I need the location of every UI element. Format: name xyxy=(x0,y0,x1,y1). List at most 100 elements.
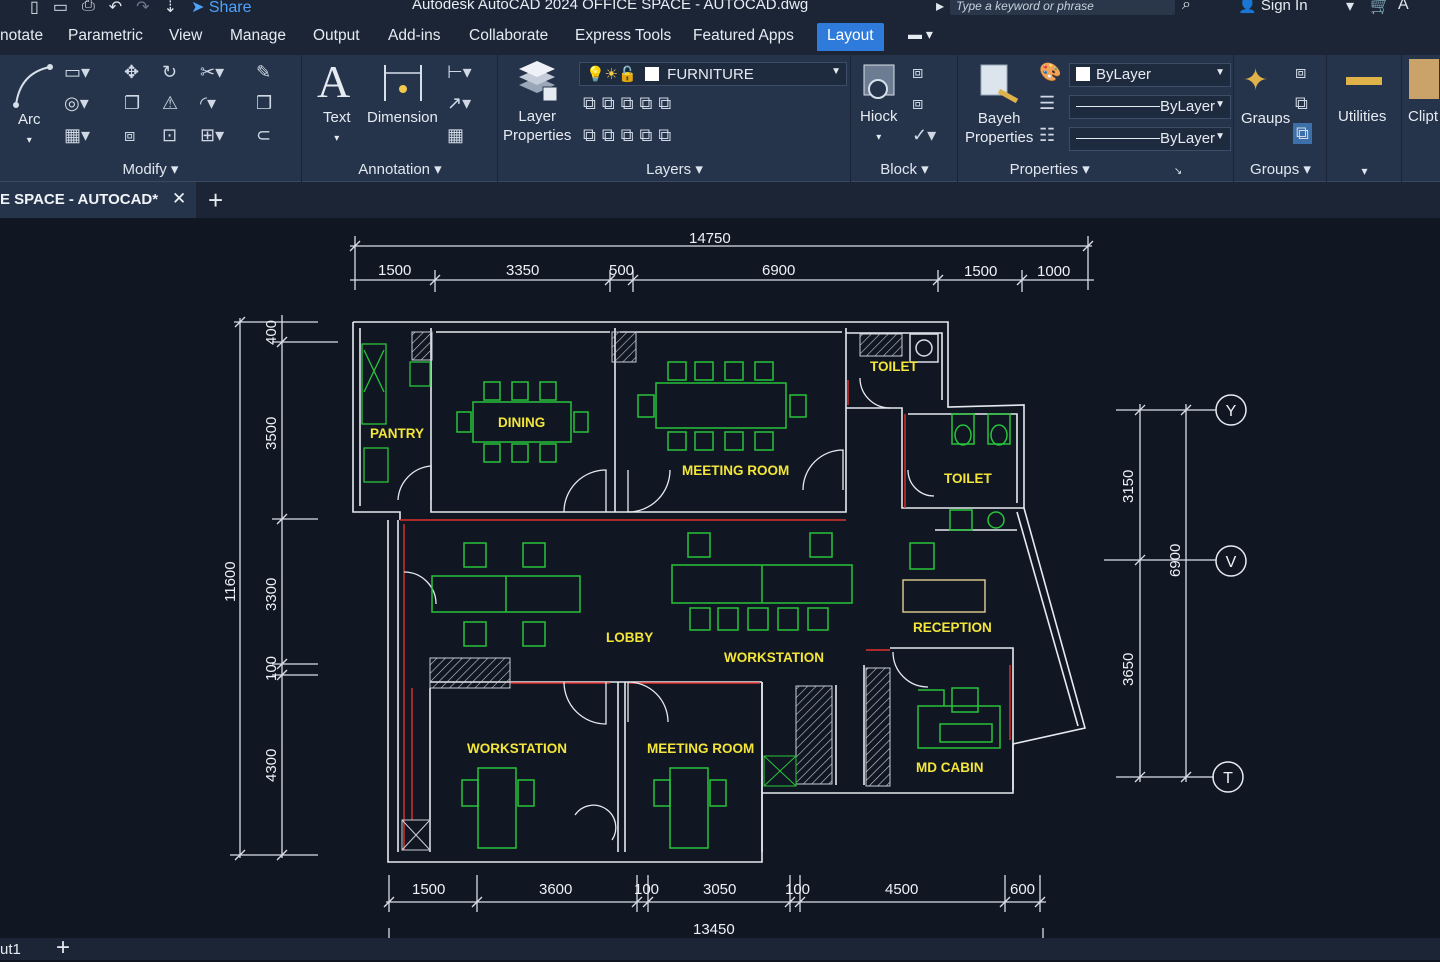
fillet-icon[interactable]: ◜▾ xyxy=(200,93,216,114)
redo-icon[interactable]: ↷ xyxy=(136,0,149,17)
panel-annotation-title[interactable]: Annotation ▾ xyxy=(303,160,497,178)
undo-icon[interactable]: ↶ xyxy=(109,0,122,17)
search-input[interactable]: Type a keyword or phrase xyxy=(950,0,1175,15)
array-icon[interactable]: ⊞▾ xyxy=(200,125,224,146)
dim-bottom-overall: 13450 xyxy=(693,921,735,938)
arc-button[interactable]: Arc ▾ xyxy=(18,110,41,150)
new-tab-icon[interactable]: + xyxy=(208,185,223,216)
tab-featured-apps[interactable]: Featured Apps xyxy=(693,27,794,45)
dimension-button[interactable]: Dimension xyxy=(367,108,438,127)
save-icon[interactable]: ▭ xyxy=(53,0,68,17)
tab-view[interactable]: View xyxy=(169,27,202,45)
offset-icon[interactable]: ⊂ xyxy=(256,125,271,146)
room-label-lobby: LOBBY xyxy=(606,630,653,645)
create-block-icon[interactable]: ⧈ xyxy=(912,62,923,83)
grid-bubble-label: V xyxy=(1226,554,1237,571)
lineweight-dropdown[interactable]: ByLayer ▼ xyxy=(1069,127,1231,151)
room-label-toilet: TOILET xyxy=(870,359,919,374)
stretch-icon[interactable]: ⧈ xyxy=(124,125,135,146)
sign-in-label: Sign In xyxy=(1260,0,1308,14)
panel-block: Hiock ▾ ⧈ ⧈ ✓▾ Block ▾ xyxy=(852,55,958,182)
mirror-icon[interactable]: ⚠ xyxy=(162,93,178,114)
edit-block-icon[interactable]: ⧈ xyxy=(912,93,923,114)
group-edit-icon[interactable]: ⧉ xyxy=(1295,93,1308,114)
table-icon[interactable]: ▦ xyxy=(447,125,464,146)
tab-annotate[interactable]: notate xyxy=(0,27,43,45)
list-icon[interactable]: ☷ xyxy=(1039,125,1055,146)
search-icon[interactable]: ⌕ xyxy=(1182,0,1191,14)
attribute-icon[interactable]: ✓▾ xyxy=(912,125,936,146)
print-icon[interactable]: ⎙ xyxy=(82,0,95,17)
group-button[interactable]: Graups xyxy=(1241,109,1290,128)
linetype-dropdown[interactable]: ByLayer ▼ xyxy=(1069,95,1231,119)
hatch-icon[interactable]: ▦▾ xyxy=(64,125,90,146)
panel-block-title[interactable]: Block ▾ xyxy=(852,160,957,178)
explode-icon[interactable]: ❒ xyxy=(256,93,272,114)
share-button[interactable]: ➤ Share xyxy=(191,0,252,17)
layer-properties-button[interactable]: Layer Properties xyxy=(503,107,571,145)
rotate-icon[interactable]: ↻ xyxy=(162,62,177,83)
leader-icon[interactable]: ↗▾ xyxy=(447,93,471,114)
customize-icon[interactable]: ⇣ xyxy=(164,0,177,17)
autodesk-icon[interactable]: A xyxy=(1398,0,1409,14)
text-button[interactable]: Text ▾ xyxy=(323,108,351,148)
sign-in-button[interactable]: 👤 Sign In xyxy=(1238,0,1308,14)
ribbon: Arc ▾ ▭▾ ◎▾ ▦▾ ✥ ↻ ✂▾ ✎ ❐ ⚠ ◜▾ ❒ ⧈ ⊡ ⊞▾ ⊂… xyxy=(0,55,1440,182)
panel-groups-title[interactable]: Groups ▾ xyxy=(1235,160,1326,178)
tab-manage[interactable]: Manage xyxy=(230,27,286,45)
color-wheel-icon[interactable]: 🎨 xyxy=(1039,62,1061,83)
lineweight-icon[interactable]: ☰ xyxy=(1039,93,1055,114)
tab-collaborate[interactable]: Collaborate xyxy=(469,27,548,45)
floor-plan: 14750 1500 3350 500 6900 1500 1000 11600… xyxy=(222,230,1247,945)
window-title: Autodesk AutoCAD 2024 OFFICE SPACE - AUT… xyxy=(412,0,809,13)
tab-express-tools[interactable]: Express Tools xyxy=(575,27,671,45)
move-icon[interactable]: ✥ xyxy=(124,62,139,83)
dim-bottom-segment: 100 xyxy=(634,881,659,898)
match-properties-button[interactable]: Bayeh Properties xyxy=(965,109,1033,147)
dim-right-segment: 3650 xyxy=(1120,653,1137,686)
reception-desk xyxy=(902,579,986,613)
trim-icon[interactable]: ✂▾ xyxy=(200,62,224,83)
panel-properties-title[interactable]: Properties ▾ ↘ xyxy=(959,160,1233,178)
open-icon[interactable]: ▯ xyxy=(30,0,39,17)
close-icon[interactable]: ✕ xyxy=(172,189,186,209)
dim-right-overall: 6900 xyxy=(1167,544,1184,577)
erase-icon[interactable]: ✎ xyxy=(256,62,271,83)
ellipse-icon[interactable]: ◎▾ xyxy=(64,93,89,114)
add-layout-icon[interactable]: + xyxy=(56,934,70,962)
chevron-down-icon[interactable]: ▾ xyxy=(1346,0,1354,16)
layer-tools-row2-icon[interactable]: ⧉⧉⧉⧉⧉ xyxy=(583,125,677,146)
copy-icon[interactable]: ❐ xyxy=(124,93,140,114)
layout-tab[interactable]: ut1 xyxy=(0,941,21,958)
tab-layout[interactable]: Layout xyxy=(817,23,884,51)
scale-icon[interactable]: ⊡ xyxy=(162,125,177,146)
chevron-down-icon: ▼ xyxy=(1215,99,1225,110)
document-tab[interactable]: E SPACE - AUTOCAD* ✕ xyxy=(0,182,196,218)
utilities-button[interactable]: Utilities xyxy=(1338,107,1386,126)
dim-left-segment: 3300 xyxy=(263,578,280,611)
layout-tabs-bar: ut1 + xyxy=(0,934,1440,961)
dim-left-segment: 3500 xyxy=(263,417,280,450)
workspace-toggle-icon[interactable]: ▬ ▾ xyxy=(908,26,933,43)
dimension-icon xyxy=(384,65,422,101)
layer-dropdown[interactable]: 💡☀🔓 FURNITURE ▼ xyxy=(579,62,847,86)
utilities-chevron-icon[interactable]: ▾ xyxy=(1328,164,1401,178)
grid-bubble-label: Y xyxy=(1226,403,1237,420)
insert-button[interactable]: Hiock ▾ xyxy=(860,107,898,147)
tab-parametric[interactable]: Parametric xyxy=(68,27,143,45)
clipboard-button[interactable]: Clipt xyxy=(1408,107,1438,126)
drawing-canvas[interactable]: 14750 1500 3350 500 6900 1500 1000 11600… xyxy=(0,218,1440,945)
chevron-down-icon: ▼ xyxy=(831,66,841,77)
tab-output[interactable]: Output xyxy=(313,27,360,45)
linear-dim-icon[interactable]: ⊢▾ xyxy=(447,62,472,83)
layer-tools-row1-icon[interactable]: ⧉⧉⧉⧉⧉ xyxy=(583,93,677,114)
panel-modify-title[interactable]: Modify ▾ xyxy=(0,160,301,178)
panel-layers-title[interactable]: Layers ▾ xyxy=(499,160,850,178)
color-dropdown[interactable]: ByLayer ▼ xyxy=(1069,63,1231,87)
ungroup-icon[interactable]: ⧈ xyxy=(1295,62,1306,83)
tab-add-ins[interactable]: Add-ins xyxy=(388,27,441,45)
group-select-icon[interactable]: ⧉ xyxy=(1293,123,1312,144)
cart-icon[interactable]: 🛒 xyxy=(1370,0,1390,16)
rectangle-icon[interactable]: ▭▾ xyxy=(64,62,90,83)
dim-bottom-segment: 3050 xyxy=(703,881,736,898)
